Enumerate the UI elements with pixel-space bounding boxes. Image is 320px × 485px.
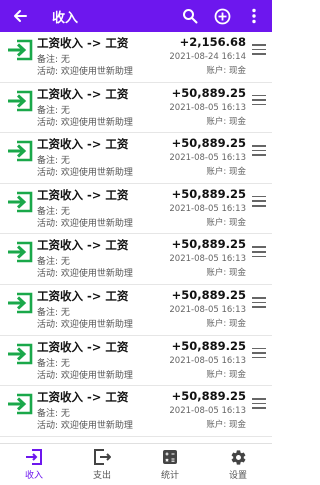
record-account: 账户: 现金 [206, 268, 246, 279]
list-item[interactable]: 工资收入 -> 工资 备注: 无 活动: 欢迎使用世新助理 +50,889.25… [0, 234, 272, 285]
record-date: 2021-08-05 16:13 [169, 203, 246, 214]
record-activity: 活动: 欢迎使用世新助理 [37, 218, 133, 229]
record-activity: 活动: 欢迎使用世新助理 [37, 370, 133, 381]
record-name: 工资收入 -> 工资 [37, 390, 129, 405]
income-icon [26, 449, 42, 465]
record-name: 工资收入 -> 工资 [37, 36, 129, 50]
income-login-icon [8, 343, 33, 364]
record-date: 2021-08-24 16:14 [169, 52, 246, 62]
nav-expense[interactable]: 支出 [68, 444, 136, 485]
list-item[interactable]: 工资收入 -> 工资 备注: 无 活动: 欢迎使用世新助理 +50,889.25… [0, 133, 272, 184]
record-account: 账户: 现金 [206, 217, 246, 228]
record-name: 工资收入 -> 工资 [37, 339, 129, 354]
nav-label: 收入 [24, 471, 43, 481]
nav-label: 设置 [228, 471, 247, 481]
record-activity: 活动: 欢迎使用世新助理 [37, 421, 133, 432]
nav-settings[interactable]: 设置 [204, 444, 272, 485]
record-date: 2021-08-05 16:13 [169, 102, 246, 113]
add-button[interactable] [206, 0, 238, 32]
list-item[interactable]: 工资收入 -> 工资 备注: 无 活动: 欢迎使用世新助理 +2,156.68 … [0, 32, 272, 83]
record-amount: +50,889.25 [171, 389, 246, 404]
income-login-icon [8, 242, 33, 263]
drag-handle-icon[interactable] [252, 145, 266, 157]
arrow-left-icon [14, 10, 27, 22]
drag-handle-icon[interactable] [252, 347, 266, 360]
record-activity: 活动: 欢迎使用世新助理 [37, 319, 133, 330]
record-account: 账户: 现金 [206, 66, 246, 76]
record-amount: +50,889.25 [171, 85, 246, 100]
record-amount: +50,889.25 [171, 136, 246, 151]
record-amount: +50,889.25 [171, 338, 246, 353]
income-login-icon [8, 90, 33, 111]
record-account: 账户: 现金 [206, 420, 246, 431]
gear-icon [231, 449, 245, 465]
more-vert-icon [252, 8, 256, 24]
record-name: 工资收入 -> 工资 [37, 137, 129, 152]
record-account: 账户: 现金 [206, 318, 246, 329]
record-amount: +50,889.25 [171, 186, 246, 201]
list-item[interactable]: 工资收入 -> 工资 备注: 无 活动: 欢迎使用世新助理 +50,889.25… [0, 184, 272, 235]
record-name: 工资收入 -> 工资 [37, 288, 129, 303]
nav-statistics[interactable]: 统计 [136, 444, 204, 485]
drag-handle-icon[interactable] [252, 398, 266, 410]
record-date: 2021-08-05 16:13 [169, 406, 246, 417]
bottom-navigation: 收入 支出 统计 设置 [0, 443, 272, 485]
list-item[interactable]: 工资收入 -> 工资 备注: 无 活动: 欢迎使用世新助理 +50,889.25… [0, 83, 272, 134]
more-options-button[interactable] [238, 0, 270, 32]
record-account: 账户: 现金 [206, 369, 246, 380]
record-activity: 活动: 欢迎使用世新助理 [37, 269, 133, 280]
nav-label: 支出 [92, 471, 111, 481]
record-account: 账户: 现金 [206, 116, 246, 127]
nav-label: 统计 [160, 471, 179, 481]
income-login-icon [8, 39, 33, 61]
drag-handle-icon[interactable] [252, 296, 266, 309]
record-activity: 活动: 欢迎使用世新助理 [37, 168, 133, 179]
nav-income[interactable]: 收入 [0, 444, 68, 485]
record-activity: 活动: 欢迎使用世新助理 [37, 117, 133, 128]
drag-handle-icon[interactable] [252, 44, 266, 56]
income-login-icon [8, 191, 33, 213]
record-name: 工资收入 -> 工资 [37, 187, 129, 202]
income-login-icon [8, 292, 33, 314]
back-button[interactable] [4, 0, 36, 32]
drag-handle-icon[interactable] [252, 94, 266, 107]
income-login-icon [8, 393, 33, 415]
drag-handle-icon[interactable] [252, 246, 266, 258]
record-amount: +2,156.68 [179, 35, 246, 49]
record-date: 2021-08-05 16:13 [169, 355, 246, 366]
add-circle-icon [214, 8, 230, 24]
record-date: 2021-08-05 16:13 [169, 254, 246, 265]
record-date: 2021-08-05 16:13 [169, 304, 246, 315]
record-name: 工资收入 -> 工资 [37, 86, 129, 101]
search-icon [183, 9, 198, 24]
income-login-icon [8, 140, 33, 162]
record-amount: +50,889.25 [171, 287, 246, 302]
app-bar: 收入 [0, 0, 272, 32]
list-item[interactable]: 工资收入 -> 工资 备注: 无 活动: 欢迎使用世新助理 +50,889.25… [0, 285, 272, 336]
record-amount: +50,889.25 [171, 237, 246, 252]
record-activity: 活动: 欢迎使用世新助理 [37, 67, 133, 77]
record-account: 账户: 现金 [206, 167, 246, 178]
list-item[interactable]: 工资收入 -> 工资 备注: 无 活动: 欢迎使用世新助理 +50,889.25… [0, 336, 272, 387]
record-date: 2021-08-05 16:13 [169, 153, 246, 164]
search-button[interactable] [174, 0, 206, 32]
drag-handle-icon[interactable] [252, 195, 266, 208]
expense-icon [94, 449, 111, 465]
record-list: 工资收入 -> 工资 备注: 无 活动: 欢迎使用世新助理 +2,156.68 … [0, 32, 272, 442]
calculator-icon [163, 450, 177, 464]
record-name: 工资收入 -> 工资 [37, 238, 129, 253]
list-item[interactable]: 工资收入 -> 工资 备注: 无 活动: 欢迎使用世新助理 +50,889.25… [0, 386, 272, 437]
page-title: 收入 [52, 10, 79, 26]
